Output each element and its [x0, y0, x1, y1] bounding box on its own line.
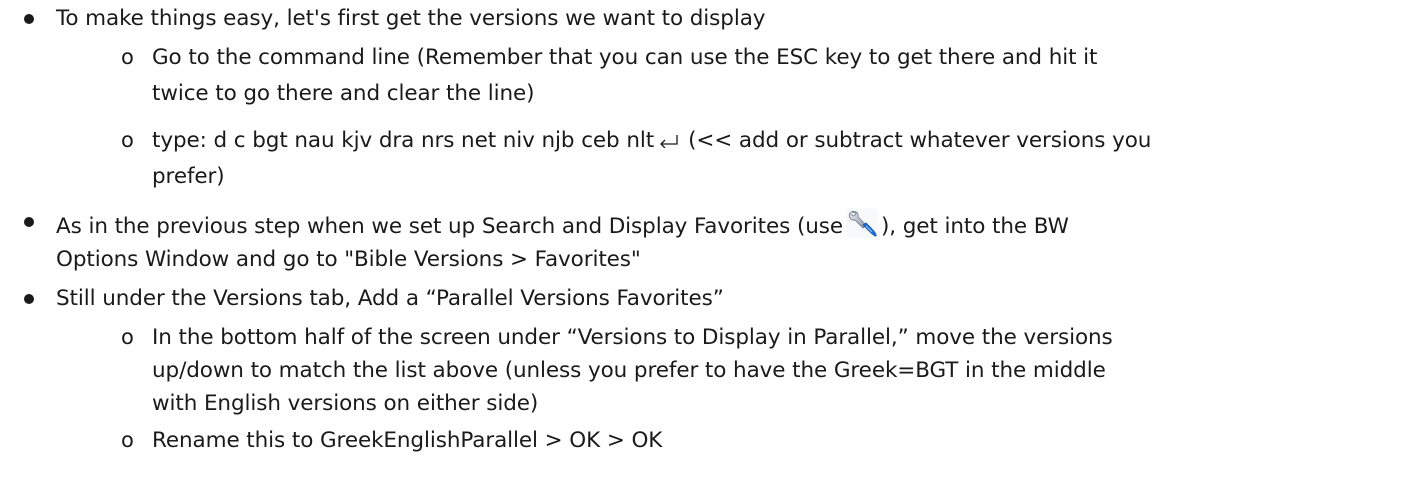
sub-bullet-marker: o [121, 325, 134, 349]
bullet-2-text-after-icon: ), get into the BW [881, 214, 1069, 239]
bullet-1-sub-2-line-1: type: d c bgt nau kjv dra nrs net niv nj… [152, 126, 1151, 156]
bullet-3-sub-1-line-1: In the bottom half of the screen under “… [152, 325, 1113, 350]
command-text: type: d c bgt nau kjv dra nrs net niv nj… [152, 128, 655, 153]
bullet-3-sub-1-line-3: with English versions on either side) [152, 391, 539, 416]
document-page: To make things easy, let's first get the… [0, 0, 1411, 491]
bullet-1-sub-1-line-2: twice to go there and clear the line) [152, 81, 535, 106]
bullet-2-text-before-icon: As in the previous step when we set up S… [56, 214, 843, 239]
bullet-marker [24, 294, 34, 304]
bullet-marker [24, 217, 34, 227]
bullet-2-line-2: Options Window and go to "Bible Versions… [56, 247, 641, 272]
bullet-3-sub-1-line-2: up/down to match the list above (unless … [152, 358, 1106, 383]
bullet-1-sub-2-line-2: prefer) [152, 164, 225, 189]
sub-bullet-marker: o [121, 428, 134, 452]
wrench-options-icon [845, 207, 879, 239]
command-note: (<< add or subtract whatever versions yo… [688, 128, 1152, 153]
sub-bullet-marker: o [121, 128, 134, 152]
sub-bullet-marker: o [121, 45, 134, 69]
bullet-marker [24, 14, 34, 24]
bullet-1-text: To make things easy, let's first get the… [56, 6, 766, 31]
bullet-3-sub-2-line-1: Rename this to GreekEnglishParallel > OK… [152, 428, 663, 453]
bullet-1-sub-1-line-1: Go to the command line (Remember that yo… [152, 45, 1098, 70]
bullet-3-text: Still under the Versions tab, Add a “Par… [56, 286, 724, 311]
return-key-icon [658, 127, 680, 149]
bullet-2-line-1: As in the previous step when we set up S… [56, 207, 1069, 242]
